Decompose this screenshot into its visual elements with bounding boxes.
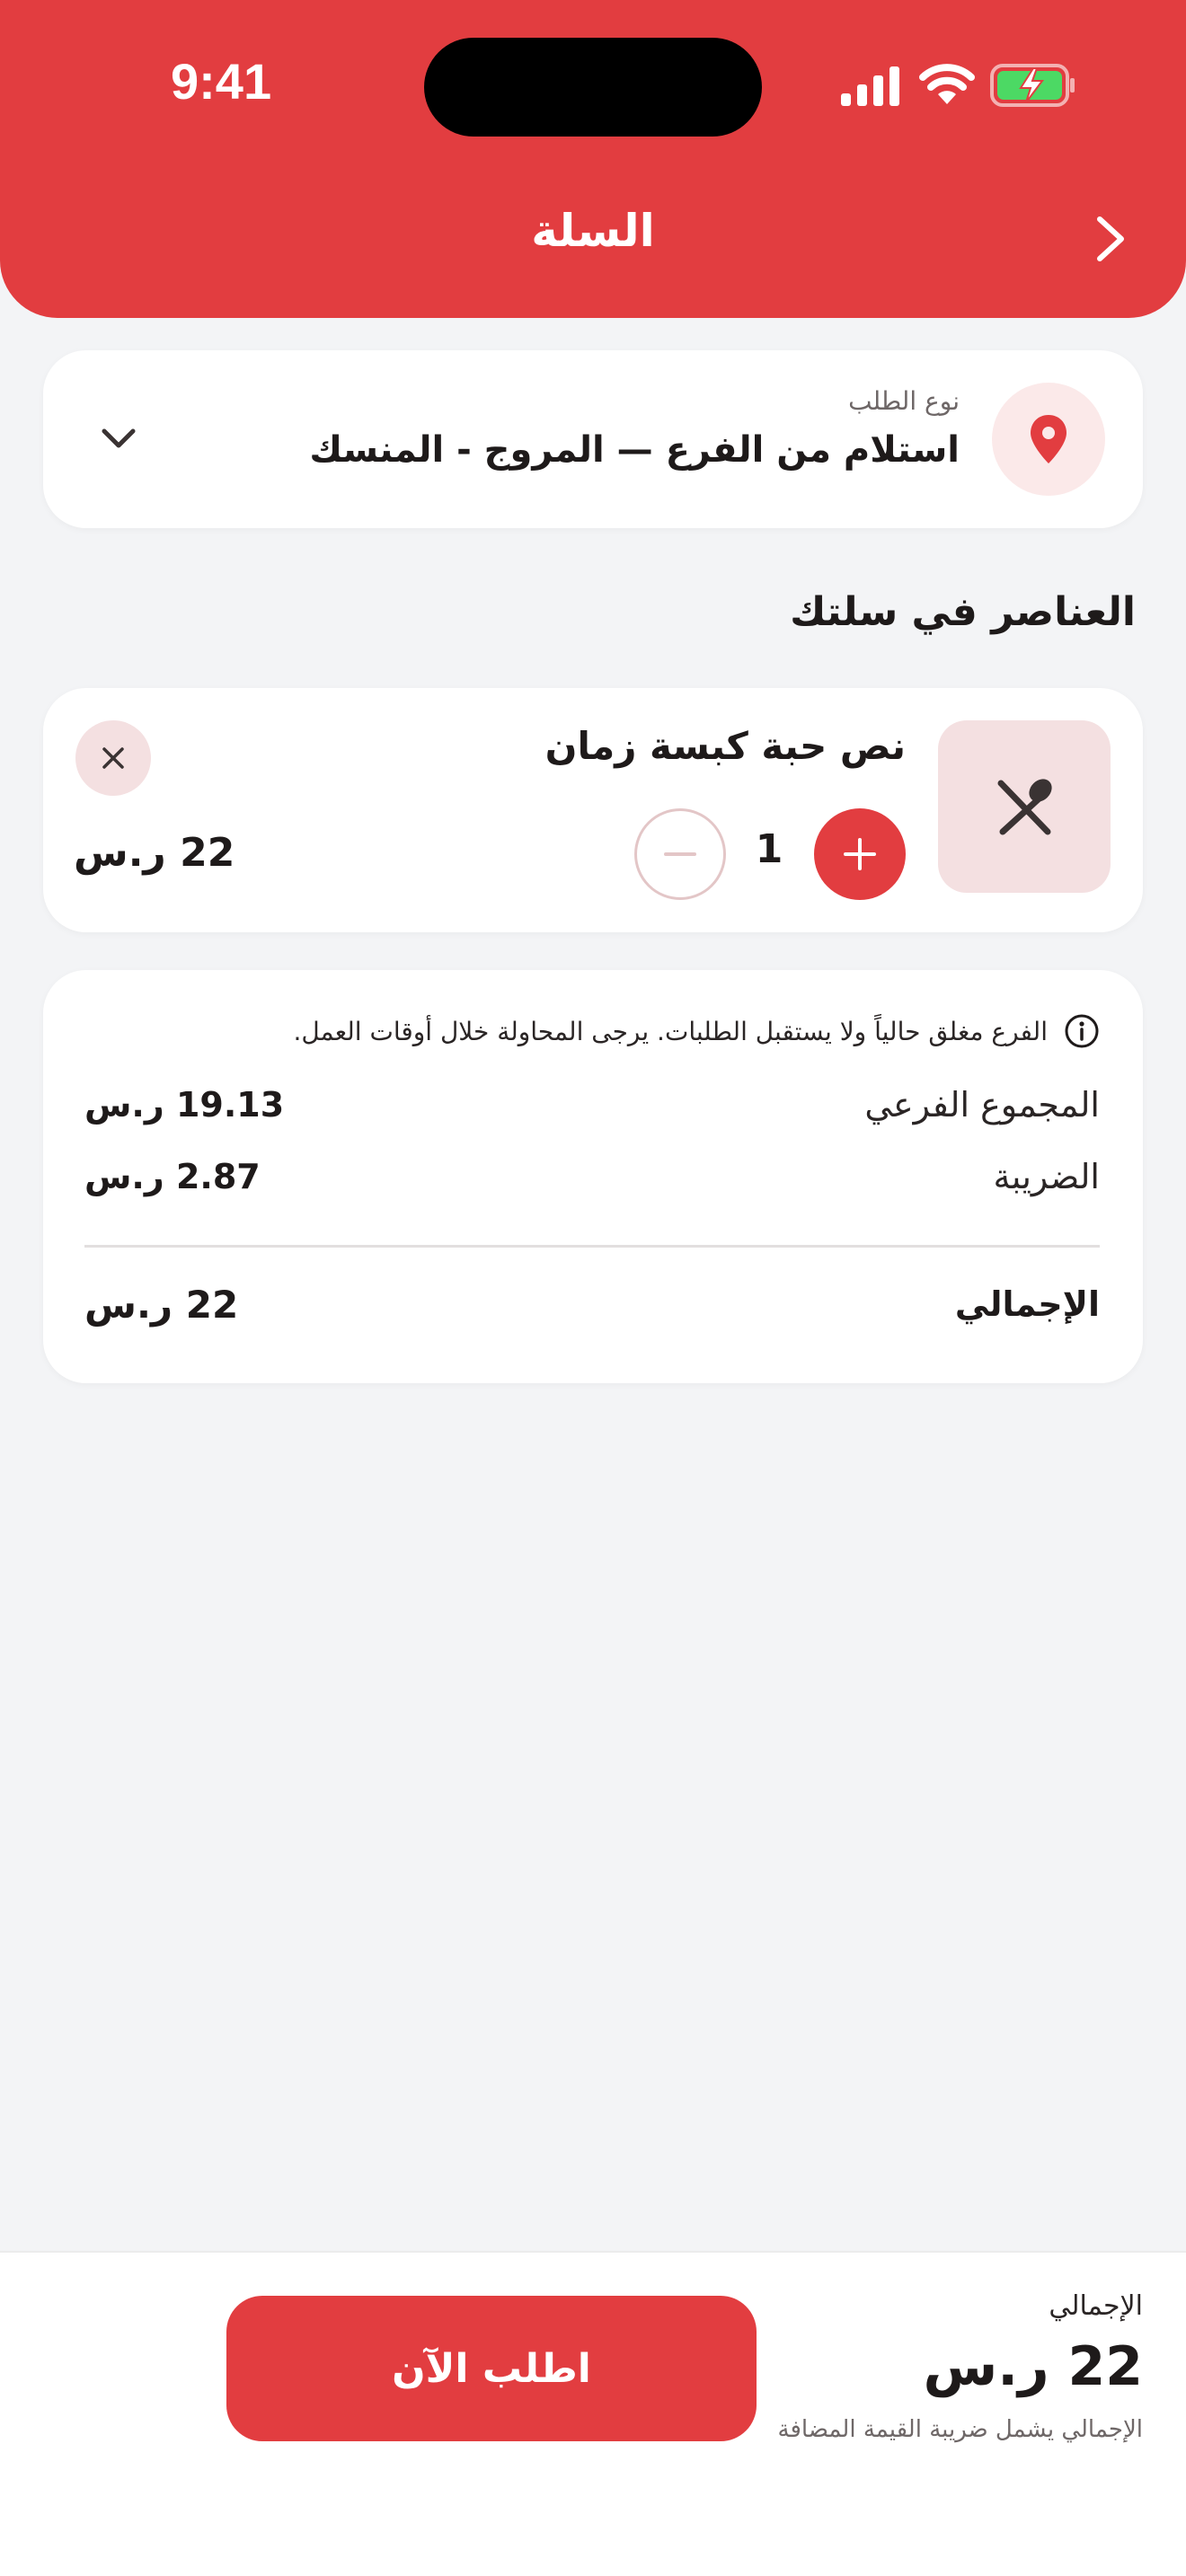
branch-closed-notice: الفرع مغلق حالياً ولا يستقبل الطلبات. ير…	[293, 1013, 1100, 1049]
notice-text: الفرع مغلق حالياً ولا يستقبل الطلبات. ير…	[293, 1016, 1048, 1046]
chevron-right-icon	[1097, 216, 1124, 261]
order-type-value: استلام من الفرع — المروج - المنسك	[309, 429, 960, 471]
order-type-selector[interactable]: نوع الطلب استلام من الفرع — المروج - الم…	[43, 350, 1143, 528]
decrease-quantity-button[interactable]	[634, 808, 726, 900]
subtotal-value: 19.13 ر.س	[84, 1085, 285, 1125]
total-label: الإجمالي	[954, 1284, 1100, 1324]
subtotal-label: المجموع الفرعي	[864, 1085, 1100, 1125]
wifi-icon	[919, 64, 975, 104]
item-name: نص حبة كبسة زمان	[544, 724, 906, 768]
status-time: 9:41	[171, 53, 272, 110]
plus-icon	[844, 838, 876, 870]
checkout-total-value: 22 ر.س	[923, 2335, 1143, 2398]
battery-charging-icon	[990, 64, 1075, 107]
order-now-button[interactable]: اطلب الآن	[226, 2296, 757, 2441]
page-title: السلة	[531, 205, 655, 257]
tax-value: 2.87 ر.س	[84, 1157, 261, 1196]
minus-icon	[664, 852, 696, 856]
back-button[interactable]	[1078, 207, 1143, 271]
order-type-dropdown-toggle[interactable]	[92, 411, 146, 465]
order-type-label: نوع الطلب	[848, 386, 960, 416]
total-value: 22 ر.س	[84, 1283, 239, 1327]
item-price: 22 ر.س	[74, 830, 235, 876]
cellular-signal-icon	[841, 66, 899, 106]
remove-item-button[interactable]	[75, 720, 151, 796]
checkout-bar: الإجمالي 22 ر.س الإجمالي يشمل ضريبة القي…	[0, 2251, 1186, 2576]
increase-quantity-button[interactable]	[814, 808, 906, 900]
close-icon	[102, 747, 124, 769]
vat-note: الإجمالي يشمل ضريبة القيمة المضافة	[777, 2416, 1143, 2443]
dynamic-island	[424, 38, 762, 137]
checkout-total-label: الإجمالي	[1049, 2290, 1143, 2322]
chevron-down-icon	[102, 428, 136, 448]
item-thumbnail	[938, 720, 1111, 893]
tax-label: الضريبة	[993, 1157, 1100, 1196]
status-bar: 9:41	[0, 0, 1186, 180]
cart-item: نص حبة كبسة زمان 1 22 ر.س	[43, 688, 1143, 932]
header-bar: 9:41 السلة	[0, 0, 1186, 318]
location-pin-badge	[992, 383, 1105, 496]
info-icon	[1065, 1014, 1099, 1048]
order-summary: الفرع مغلق حالياً ولا يستقبل الطلبات. ير…	[43, 970, 1143, 1383]
cart-section-title: العناصر في سلتك	[790, 589, 1136, 635]
location-pin-icon	[1031, 415, 1067, 463]
summary-divider	[84, 1245, 1100, 1248]
utensils-icon	[997, 779, 1052, 835]
quantity-value: 1	[755, 826, 783, 872]
